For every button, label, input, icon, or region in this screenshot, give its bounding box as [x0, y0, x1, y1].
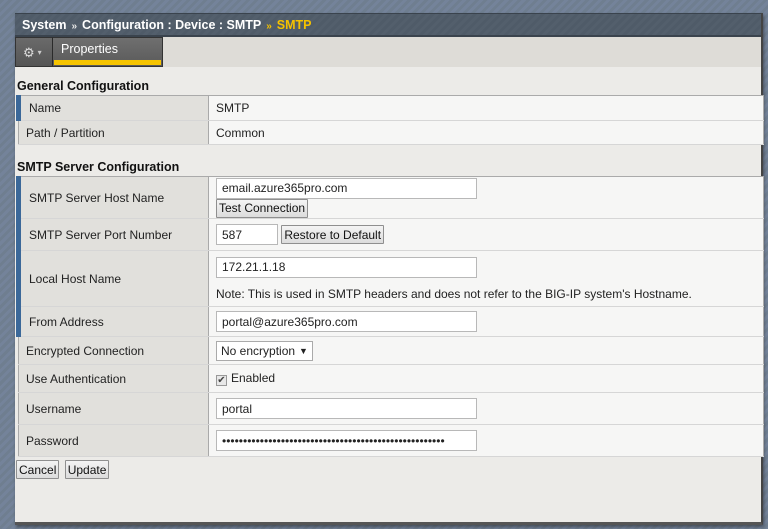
use-authentication-cell: ✔ Enabled — [208, 364, 764, 393]
authentication-enabled-label: Enabled — [231, 371, 276, 385]
use-authentication-label: Use Authentication — [18, 364, 209, 393]
port-input[interactable] — [216, 224, 278, 245]
partition-label: Path / Partition — [18, 120, 209, 145]
active-tab-indicator — [54, 60, 161, 65]
from-address-cell — [208, 306, 764, 337]
password-input[interactable] — [216, 430, 477, 451]
chevron-down-icon: ▾ — [37, 48, 42, 57]
encrypted-connection-value: No encryption — [221, 343, 296, 358]
username-input[interactable] — [216, 398, 477, 419]
host-name-input[interactable] — [216, 177, 477, 199]
partition-value: Common — [208, 120, 764, 145]
table-row: Local Host Name Note: This is used in SM… — [16, 250, 764, 307]
general-configuration-table: Name SMTP Path / Partition Common — [16, 95, 764, 145]
breadcrumb-system[interactable]: System — [22, 18, 66, 32]
host-name-label: SMTP Server Host Name — [16, 176, 209, 219]
authentication-checkbox[interactable]: ✔ — [216, 375, 227, 386]
table-row: Path / Partition Common — [18, 120, 764, 145]
smtp-configuration-table: SMTP Server Host Name Test Connection SM… — [16, 176, 764, 457]
breadcrumb-separator: » — [71, 21, 78, 32]
settings-menu-button[interactable]: ⚙ ▾ — [15, 37, 53, 67]
table-row: Password — [18, 424, 764, 457]
local-host-cell: Note: This is used in SMTP headers and d… — [208, 250, 764, 307]
restore-default-button[interactable]: Restore to Default — [281, 225, 385, 244]
tab-properties[interactable]: Properties — [53, 37, 163, 67]
test-connection-button[interactable]: Test Connection — [216, 198, 309, 218]
table-row: Name SMTP — [16, 95, 764, 121]
breadcrumb-separator: » — [266, 21, 272, 32]
breadcrumb: System » Configuration : Device : SMTP » SMT… — [15, 13, 761, 37]
form-actions: Cancel Update — [15, 457, 761, 479]
password-cell — [208, 424, 764, 457]
smtp-configuration-title: SMTP Server Configuration — [17, 160, 180, 174]
gear-icon: ⚙ — [23, 45, 35, 60]
local-host-note: Note: This is used in SMTP headers and d… — [216, 286, 692, 301]
encrypted-connection-cell: No encryption ▼ — [208, 336, 764, 365]
password-label: Password — [18, 424, 209, 457]
name-label: Name — [16, 95, 209, 121]
encrypted-connection-select[interactable]: No encryption ▼ — [216, 340, 313, 361]
update-button[interactable]: Update — [64, 460, 110, 479]
port-label: SMTP Server Port Number — [16, 218, 209, 251]
from-address-input[interactable] — [216, 311, 477, 332]
table-row: SMTP Server Port Number Restore to Defau… — [16, 218, 764, 251]
username-label: Username — [18, 392, 209, 425]
table-row: Encrypted Connection No encryption ▼ — [18, 336, 764, 365]
local-host-label: Local Host Name — [16, 250, 209, 307]
table-row: From Address — [16, 306, 764, 337]
breadcrumb-current: SMTP — [276, 18, 312, 32]
tab-properties-label: Properties — [61, 42, 118, 56]
username-cell — [208, 392, 764, 425]
breadcrumb-configuration[interactable]: Configuration : Device : SMTP — [82, 18, 261, 32]
main-frame: System » Configuration : Device : SMTP » SMT… — [15, 13, 764, 525]
port-cell: Restore to Default — [208, 218, 764, 251]
encrypted-connection-label: Encrypted Connection — [18, 336, 209, 365]
dropdown-arrow-icon: ▼ — [299, 345, 308, 356]
host-name-cell: Test Connection — [208, 176, 764, 219]
name-value: SMTP — [208, 95, 764, 121]
tab-bar: ⚙ ▾ Properties — [15, 37, 761, 67]
table-row: SMTP Server Host Name Test Connection — [16, 176, 764, 219]
table-row: Username — [18, 392, 764, 425]
table-row: Use Authentication ✔ Enabled — [18, 364, 764, 393]
local-host-input[interactable] — [216, 256, 477, 278]
from-address-label: From Address — [16, 306, 209, 337]
general-configuration-title: General Configuration — [17, 79, 149, 93]
cancel-button[interactable]: Cancel — [16, 460, 60, 479]
